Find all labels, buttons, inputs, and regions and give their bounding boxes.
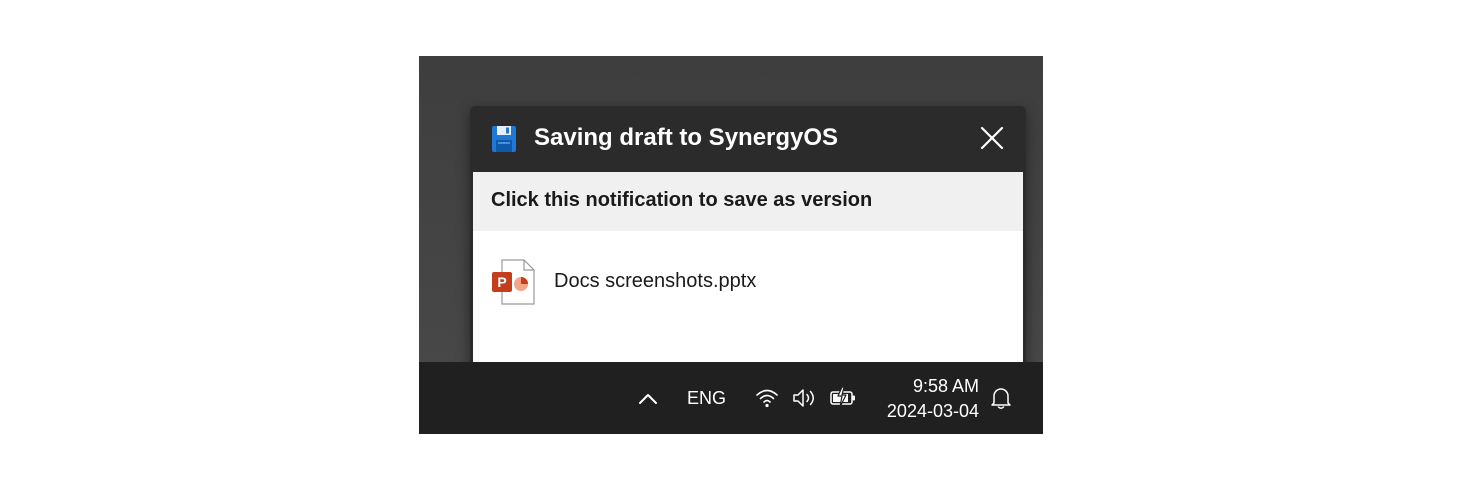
close-button[interactable] <box>974 120 1010 156</box>
wifi-icon[interactable] <box>755 387 779 409</box>
floppy-disk-icon <box>492 126 516 152</box>
chevron-up-icon[interactable] <box>637 391 659 407</box>
notification-toast[interactable]: Saving draft to SynergyOS Click this not… <box>470 106 1026 383</box>
volume-icon[interactable] <box>791 387 819 409</box>
notification-header: Saving draft to SynergyOS <box>470 106 1026 172</box>
notification-body[interactable]: Click this notification to save as versi… <box>473 172 1023 380</box>
taskbar: ENG 9:58 AM 2024-03-04 <box>419 362 1043 434</box>
close-icon <box>980 126 1004 150</box>
language-indicator[interactable]: ENG <box>687 388 726 409</box>
battery-charging-icon[interactable] <box>829 386 857 408</box>
notification-title: Saving draft to SynergyOS <box>534 124 839 151</box>
file-name: Docs screenshots.pptx <box>554 270 757 292</box>
notification-subheader[interactable]: Click this notification to save as versi… <box>473 172 1023 231</box>
clock-time: 9:58 AM <box>912 376 979 396</box>
clock-date: 2024-03-04 <box>886 401 979 421</box>
powerpoint-letter: P <box>497 274 506 290</box>
powerpoint-file-icon: P <box>492 259 535 305</box>
desktop-area: Saving draft to SynergyOS Click this not… <box>419 56 1043 434</box>
file-item[interactable]: P Docs screenshots.pptx <box>473 231 1023 335</box>
clock[interactable]: 9:58 AM 2024-03-04 <box>869 374 979 424</box>
notification-subtitle: Click this notification to save as versi… <box>491 189 873 211</box>
bell-icon[interactable] <box>990 386 1012 410</box>
